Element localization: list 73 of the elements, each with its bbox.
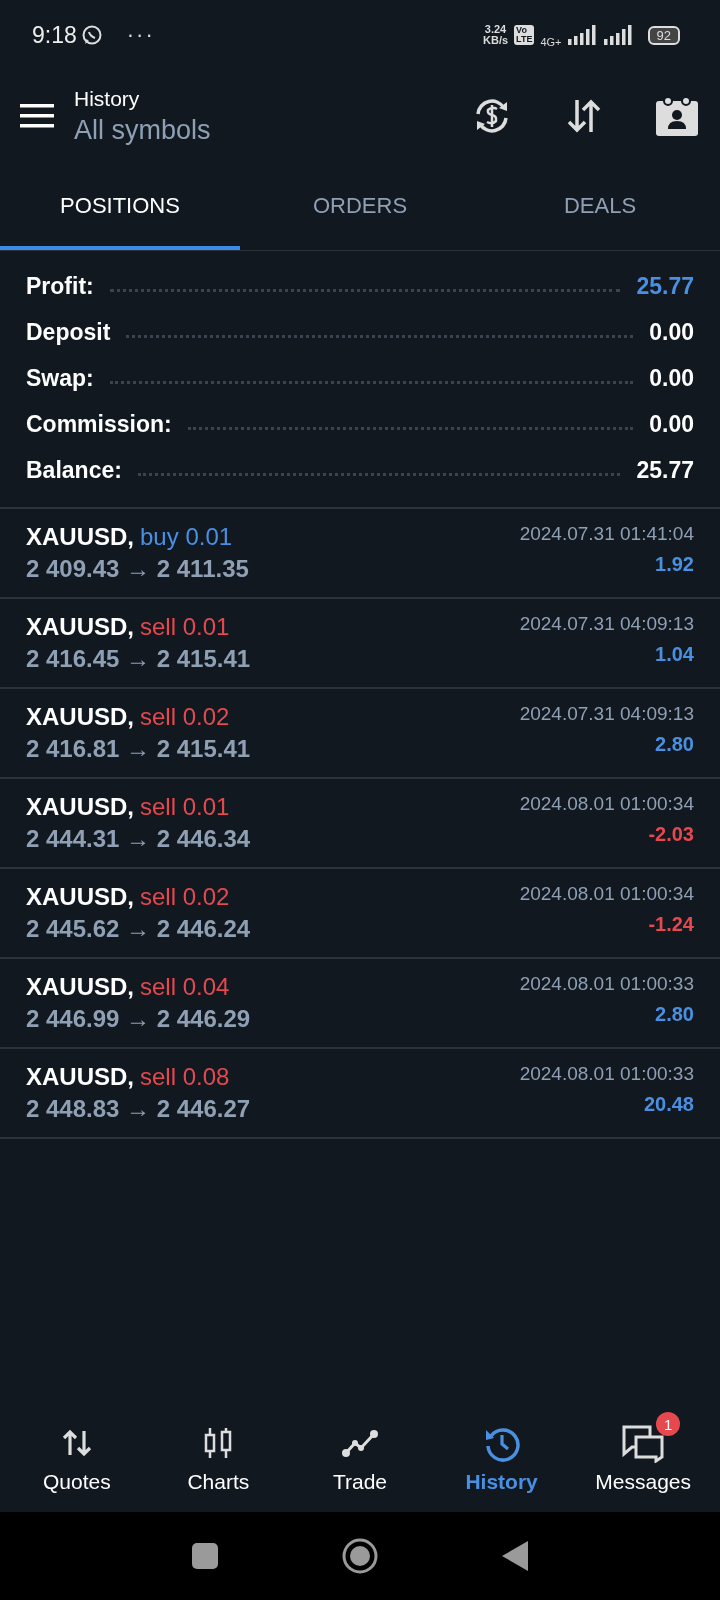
- summary-value: 0.00: [649, 318, 694, 346]
- trade-side: sell 0.04: [140, 973, 230, 1001]
- screen-title: History: [74, 86, 141, 111]
- symbol-filter[interactable]: All symbols: [74, 114, 472, 146]
- summary-label: Swap:: [26, 364, 94, 392]
- trade-profit: 1.92: [655, 553, 694, 576]
- trade-side: sell 0.08: [140, 1063, 230, 1091]
- trade-profit: 20.48: [643, 1093, 694, 1116]
- trade-side: sell 0.02: [140, 883, 230, 911]
- tab[interactable]: DEALS: [480, 162, 720, 250]
- summary-label: Commission:: [26, 410, 172, 438]
- trade-side: sell 0.02: [140, 703, 230, 731]
- trade-time: 2024.07.31 04:09:13: [519, 703, 694, 725]
- trade-time: 2024.08.01 01:00:34: [519, 883, 694, 905]
- summary-label: Balance:: [26, 456, 122, 484]
- arrows-icon: [60, 1428, 93, 1458]
- price-range: 2 416.81 → 2 415.41: [26, 735, 251, 763]
- summary-value: 25.77: [636, 272, 694, 300]
- trade-time: 2024.08.01 01:00:33: [519, 973, 694, 995]
- summary-value: 25.77: [636, 456, 694, 484]
- signal-icon: [567, 25, 598, 45]
- trade-time: 2024.07.31 04:09:13: [519, 613, 694, 635]
- price-range: 2 416.45 → 2 415.41: [26, 645, 251, 673]
- volte-badge: Vo LTE: [514, 25, 535, 45]
- trade-profit: 1.04: [655, 643, 694, 666]
- nav-tab[interactable]: Charts: [147, 1404, 290, 1512]
- back-icon[interactable]: [502, 1541, 528, 1571]
- more-notifications: ···: [126, 22, 155, 48]
- symbol-name: XAUUSD,: [26, 523, 134, 551]
- price-range: 2 444.31 → 2 446.34: [26, 825, 251, 853]
- symbol-name: XAUUSD,: [26, 613, 134, 641]
- trade-side: sell 0.01: [140, 793, 230, 821]
- price-range: 2 445.62 → 2 446.24: [26, 915, 251, 943]
- trade-profit: -1.24: [648, 913, 694, 936]
- summary-label: Profit:: [26, 272, 94, 300]
- trade-time: 2024.07.31 01:41:04: [519, 523, 694, 545]
- clock: 9:18: [32, 21, 77, 49]
- summary-label: Deposit: [26, 318, 111, 346]
- network-type: 4G+: [540, 36, 562, 48]
- battery-indicator: 92: [647, 25, 680, 45]
- price-range: 2 409.43 → 2 411.35: [26, 555, 249, 583]
- chat-bubbles-icon: [620, 1423, 667, 1463]
- trade-profit: 2.80: [655, 733, 694, 756]
- symbol-name: XAUUSD,: [26, 973, 134, 1001]
- tab[interactable]: POSITIONS: [0, 162, 240, 250]
- line-chart-icon: [341, 1428, 379, 1458]
- symbol-name: XAUUSD,: [26, 883, 134, 911]
- symbol-name: XAUUSD,: [26, 1063, 134, 1091]
- trade-time: 2024.08.01 01:00:33: [519, 1063, 694, 1085]
- home-icon[interactable]: [342, 1538, 378, 1574]
- recents-icon[interactable]: [192, 1543, 218, 1569]
- trade-side: sell 0.01: [140, 613, 230, 641]
- network-speed: 3.24 KB/s: [483, 24, 509, 46]
- symbol-name: XAUUSD,: [26, 793, 134, 821]
- trade-profit: 2.80: [655, 1003, 694, 1026]
- trade-time: 2024.08.01 01:00:34: [519, 793, 694, 815]
- chat-app-icon: [80, 24, 103, 46]
- menu-icon[interactable]: [20, 103, 54, 129]
- tab[interactable]: ORDERS: [240, 162, 480, 250]
- summary-value: 0.00: [649, 364, 694, 392]
- symbol-name: XAUUSD,: [26, 703, 134, 731]
- summary-value: 0.00: [649, 410, 694, 438]
- nav-tab[interactable]: Trade: [289, 1404, 431, 1512]
- trade-profit: -2.03: [648, 823, 694, 846]
- nav-tab[interactable]: History: [430, 1404, 573, 1512]
- signal-icon: [603, 25, 634, 45]
- trade-side: buy 0.01: [140, 523, 233, 551]
- unread-badge: 1: [656, 1412, 681, 1436]
- calendar-person-icon[interactable]: [656, 96, 698, 136]
- price-range: 2 448.83 → 2 446.27: [26, 1095, 251, 1123]
- nav-tab[interactable]: Quotes: [6, 1404, 148, 1512]
- nav-tab[interactable]: 1 Messages: [572, 1404, 714, 1512]
- price-range: 2 446.99 → 2 446.29: [26, 1005, 251, 1033]
